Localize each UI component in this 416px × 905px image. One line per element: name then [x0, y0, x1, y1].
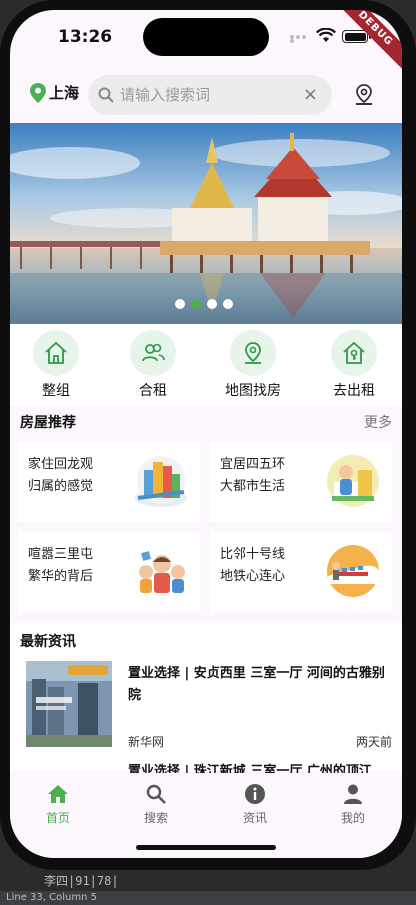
- card-text: 比邻十号线 地铁心连心: [220, 544, 310, 588]
- signal-dots-icon: [290, 35, 312, 43]
- city-buildings-icon: [135, 456, 187, 507]
- recommend-title: 房屋推荐: [20, 415, 76, 431]
- card-text: 宜居四五环 大都市生活: [220, 454, 310, 498]
- phone-frame: 13:26 DEBUG 上海 请输入搜索词 × 整组 合租 地图找房 去出租 房…: [0, 0, 416, 870]
- card-line2: 地铁心连心: [220, 569, 286, 584]
- pager-dot[interactable]: [175, 299, 185, 309]
- tab-label: 搜索: [143, 811, 168, 825]
- recommend-card[interactable]: 宜居四五环 大都市生活: [210, 442, 392, 522]
- recommend-card[interactable]: 家住回龙观 归属的感觉: [18, 442, 200, 522]
- pager-dot[interactable]: [207, 299, 217, 309]
- news-section: 最新资讯 置业选择 | 安贞西里 三室一厅 河间的古雅别院 新华网 两天前 置业…: [10, 623, 402, 773]
- app-screen: 13:26 DEBUG 上海 请输入搜索词 × 整组 合租 地图找房 去出租 房…: [10, 10, 402, 858]
- card-text: 家住回龙观 归属的感觉: [28, 454, 118, 498]
- news-time: 两天前: [355, 735, 392, 749]
- card-line2: 归属的感觉: [28, 479, 94, 494]
- tab-label: 我的: [340, 811, 365, 825]
- news-source: 新华网: [128, 735, 165, 749]
- card-line1: 家住回龙观: [28, 457, 94, 472]
- map-pin-icon: [230, 330, 276, 376]
- subway-train-icon: [327, 545, 380, 597]
- card-line2: 大都市生活: [220, 479, 286, 494]
- quick-action-label: 整组: [42, 383, 70, 399]
- tab-home[interactable]: 首页: [28, 783, 88, 826]
- card-line2: 繁华的背后: [28, 569, 94, 584]
- banner-temple-image: [10, 123, 402, 324]
- city-life-icon: [327, 455, 379, 507]
- quick-action-label: 地图找房: [225, 383, 281, 399]
- more-link[interactable]: 更多: [364, 412, 392, 432]
- search-input[interactable]: [120, 83, 290, 107]
- city-selector[interactable]: 上海: [30, 82, 79, 103]
- status-time: 13:26: [58, 27, 113, 47]
- quick-action-rent-out[interactable]: 去出租: [309, 330, 399, 400]
- recommend-card[interactable]: 喧嚣三里屯 繁华的背后: [18, 532, 200, 612]
- card-line1: 喧嚣三里屯: [28, 547, 94, 562]
- house-icon: [33, 330, 79, 376]
- search-icon: [98, 87, 114, 103]
- home-icon: [28, 783, 88, 805]
- news-headline[interactable]: 置业选择 | 珠江新城 三室一厅 广州的顶江: [128, 761, 394, 773]
- person-icon: [323, 783, 383, 805]
- city-label: 上海: [49, 84, 80, 102]
- news-headline[interactable]: 置业选择 | 安贞西里 三室一厅 河间的古雅别院: [128, 663, 394, 707]
- clear-icon[interactable]: ×: [303, 86, 318, 104]
- battery-icon: [342, 30, 371, 43]
- tab-label: 首页: [45, 811, 70, 825]
- family-icon: [139, 551, 185, 593]
- news-thumbnail-image[interactable]: [26, 661, 112, 747]
- search-box[interactable]: ×: [88, 75, 332, 115]
- users-icon: [130, 330, 176, 376]
- pager-dot-active[interactable]: [191, 299, 201, 309]
- pager-dot[interactable]: [223, 299, 233, 309]
- home-indicator[interactable]: [136, 845, 276, 850]
- recommend-card[interactable]: 比邻十号线 地铁心连心: [210, 532, 392, 612]
- recommend-header: 房屋推荐 更多: [10, 406, 402, 436]
- banner-carousel[interactable]: [10, 123, 402, 324]
- tab-news[interactable]: 资讯: [225, 783, 285, 826]
- quick-action-shared-rent[interactable]: 合租: [108, 330, 198, 400]
- quick-action-label: 合租: [139, 383, 167, 399]
- editor-status-bar: Line 33, Column 5: [0, 891, 416, 905]
- card-line1: 比邻十号线: [220, 547, 286, 562]
- quick-action-label: 去出租: [333, 383, 375, 399]
- info-icon: [225, 783, 285, 805]
- search-icon: [126, 783, 186, 805]
- wifi-icon: [316, 28, 336, 42]
- location-pin-icon: [30, 82, 46, 103]
- banner-pager: [175, 299, 239, 309]
- tab-search[interactable]: 搜索: [126, 783, 186, 826]
- top-bar: 上海 ×: [10, 72, 402, 120]
- tab-label: 资讯: [242, 811, 267, 825]
- quick-action-whole-rent[interactable]: 整组: [11, 330, 101, 400]
- editor-code-text: 李四|91|78|: [44, 874, 119, 888]
- card-line1: 宜居四五环: [220, 457, 286, 472]
- card-text: 喧嚣三里屯 繁华的背后: [28, 544, 118, 588]
- house-key-icon: [331, 330, 377, 376]
- status-bar: 13:26 DEBUG: [10, 10, 402, 75]
- tab-profile[interactable]: 我的: [323, 783, 383, 826]
- dynamic-island: [143, 18, 269, 56]
- quick-action-map-search[interactable]: 地图找房: [208, 330, 298, 400]
- news-title: 最新资讯: [20, 634, 76, 650]
- map-location-icon[interactable]: [354, 84, 374, 106]
- quick-actions: 整组 合租 地图找房 去出租: [10, 324, 402, 406]
